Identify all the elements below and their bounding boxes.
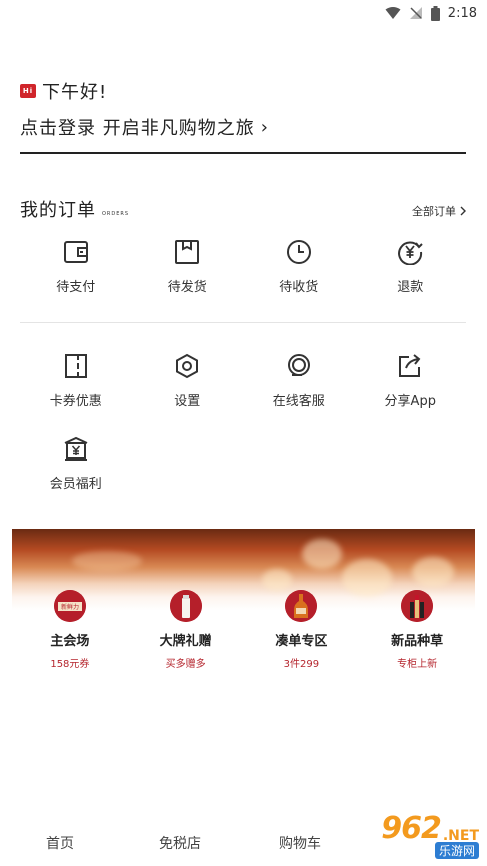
services-row-2: 会员福利: [20, 435, 466, 492]
nav-cart[interactable]: 购物车: [240, 833, 360, 853]
promo-bundle-zone[interactable]: 凑单专区 3件299: [244, 590, 360, 670]
login-link[interactable]: 点击登录 开启非凡购物之旅 ›: [20, 114, 269, 140]
order-item-label: 待收货: [279, 280, 319, 295]
promo-brand-gifts[interactable]: 大牌礼赠 买多赠多: [128, 590, 244, 670]
clock-icon: [285, 238, 313, 266]
service-item-label: 在线客服: [272, 394, 325, 409]
promo-main-venue[interactable]: 新鲜力 主会场 158元券: [12, 590, 128, 670]
site-watermark: 962 .NET 乐游网: [355, 814, 479, 862]
lipstick-icon: [401, 590, 434, 622]
service-share-app[interactable]: 分享App: [355, 352, 467, 409]
service-item-label: 分享App: [384, 394, 436, 409]
all-orders-label: 全部订单: [412, 205, 456, 218]
customer-service-icon: [285, 352, 313, 380]
order-item-label: 待支付: [56, 280, 96, 295]
order-pending-shipment[interactable]: 待发货: [132, 238, 244, 295]
main-venue-badge-icon: 新鲜力: [53, 590, 86, 622]
order-item-label: 待发货: [167, 280, 207, 295]
svg-text:新鲜力: 新鲜力: [61, 603, 79, 611]
promo-sub: 158元券: [50, 659, 90, 670]
service-item-label: 会员福利: [49, 477, 102, 492]
service-coupons[interactable]: 卡券优惠: [20, 352, 132, 409]
service-item-label: 卡券优惠: [49, 394, 102, 409]
settings-hex-icon: [173, 352, 201, 380]
wallet-icon: [62, 238, 90, 266]
order-pending-payment[interactable]: 待支付: [20, 238, 132, 295]
service-settings[interactable]: 设置: [132, 352, 244, 409]
promo-sub: 专柜上新: [397, 659, 438, 670]
nav-duty-free[interactable]: 免税店: [120, 833, 240, 853]
coupon-icon: [62, 352, 90, 380]
service-item-label: 设置: [174, 394, 201, 409]
brand-logo-icon: Hi: [20, 84, 36, 98]
promo-sub: 买多赠多: [165, 659, 206, 670]
order-refund[interactable]: 退款: [355, 238, 467, 295]
promo-name: 大牌礼赠: [159, 634, 212, 649]
promo-new-arrivals[interactable]: 新品种草 专柜上新: [359, 590, 475, 670]
orders-title-en: ORDERS: [102, 211, 130, 217]
orders-header: 我的订单 ORDERS 全部订单: [20, 196, 466, 222]
no-signal-icon: [409, 6, 423, 20]
refund-yen-icon: [396, 238, 424, 266]
battery-icon: [430, 5, 440, 21]
promo-name: 凑单专区: [275, 634, 328, 649]
orders-title: 我的订单: [20, 200, 96, 221]
service-member-benefits[interactable]: 会员福利: [20, 435, 132, 492]
service-customer-service[interactable]: 在线客服: [243, 352, 355, 409]
services-row: 卡券优惠 设置 在线客服 分享App: [20, 352, 466, 409]
section-divider: [20, 322, 466, 323]
package-icon: [173, 238, 201, 266]
all-orders-link[interactable]: 全部订单: [412, 203, 466, 219]
cosmetic-bottle-icon: [169, 590, 202, 622]
greeting-text: 下午好!: [42, 82, 108, 103]
chevron-right-icon: [460, 206, 466, 216]
chevron-right-icon: ›: [260, 116, 269, 138]
order-pending-receipt[interactable]: 待收货: [243, 238, 355, 295]
wifi-icon: [385, 6, 401, 20]
promo-name: 主会场: [50, 634, 90, 649]
watermark-sub: 乐游网: [434, 842, 479, 859]
watermark-number: 962: [381, 811, 442, 846]
greeting-block[interactable]: Hi 下午好! 点击登录 开启非凡购物之旅 ›: [20, 78, 269, 140]
greeting-underline: [20, 152, 466, 154]
promo-name: 新品种草: [391, 634, 444, 649]
status-time: 2:18: [447, 5, 477, 21]
promo-row: 新鲜力 主会场 158元券 大牌礼赠 买多赠多 凑单专区 3件299 新品种草 …: [12, 590, 475, 670]
order-item-label: 退款: [397, 280, 424, 295]
member-benefit-icon: [62, 435, 90, 463]
login-prompt: 点击登录 开启非凡购物之旅: [20, 118, 255, 139]
orders-row: 待支付 待发货 待收货 退款: [20, 238, 466, 295]
status-bar: 2:18: [0, 0, 487, 26]
nav-home[interactable]: 首页: [0, 833, 120, 853]
liquor-bottle-icon: [285, 590, 318, 622]
share-icon: [396, 352, 424, 380]
promo-sub: 3件299: [283, 659, 320, 670]
